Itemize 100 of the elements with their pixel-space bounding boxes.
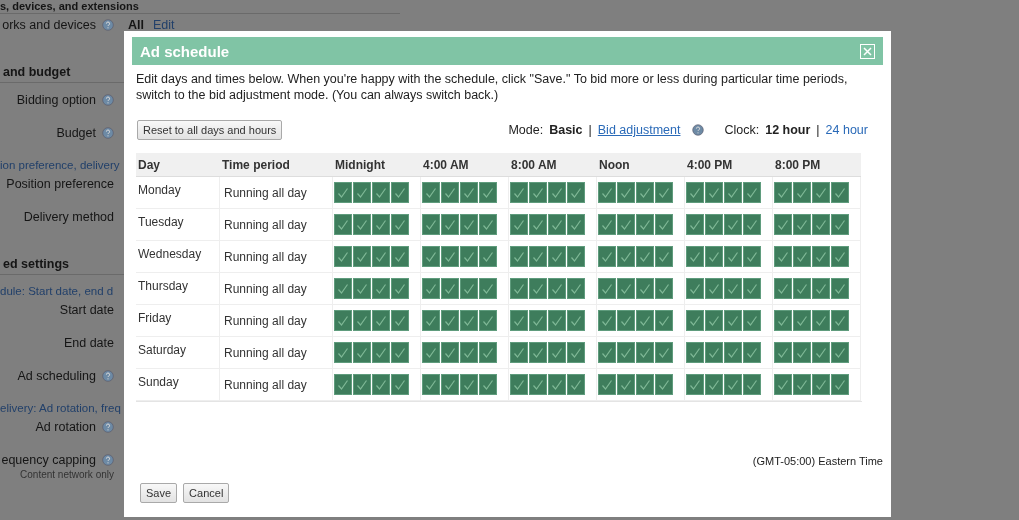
help-icon[interactable] <box>102 421 114 433</box>
hour-checkbox[interactable] <box>705 246 723 267</box>
hour-checkbox[interactable] <box>793 278 811 299</box>
hour-checkbox[interactable] <box>548 342 566 363</box>
hour-checkbox[interactable] <box>460 214 478 235</box>
hour-checkbox[interactable] <box>422 310 440 331</box>
hour-checkbox[interactable] <box>774 342 792 363</box>
hour-checkbox[interactable] <box>705 310 723 331</box>
hour-checkbox[interactable] <box>529 182 547 203</box>
hour-checkbox[interactable] <box>793 246 811 267</box>
hour-checkbox[interactable] <box>812 342 830 363</box>
hour-checkbox[interactable] <box>812 278 830 299</box>
hour-checkbox[interactable] <box>774 246 792 267</box>
hour-checkbox[interactable] <box>422 278 440 299</box>
hour-checkbox[interactable] <box>391 374 409 395</box>
hour-checkbox[interactable] <box>479 214 497 235</box>
hour-checkbox[interactable] <box>334 182 352 203</box>
hour-checkbox[interactable] <box>391 278 409 299</box>
hour-checkbox[interactable] <box>460 278 478 299</box>
hour-checkbox[interactable] <box>353 246 371 267</box>
hour-checkbox[interactable] <box>548 310 566 331</box>
hour-checkbox[interactable] <box>617 310 635 331</box>
hour-checkbox[interactable] <box>460 374 478 395</box>
hour-checkbox[interactable] <box>743 342 761 363</box>
hour-checkbox[interactable] <box>598 246 616 267</box>
hour-checkbox[interactable] <box>636 278 654 299</box>
hour-checkbox[interactable] <box>460 310 478 331</box>
hour-checkbox[interactable] <box>334 310 352 331</box>
hour-checkbox[interactable] <box>686 214 704 235</box>
hour-checkbox[interactable] <box>831 214 849 235</box>
hour-checkbox[interactable] <box>793 214 811 235</box>
hour-checkbox[interactable] <box>479 342 497 363</box>
hour-checkbox[interactable] <box>441 374 459 395</box>
hour-checkbox[interactable] <box>617 278 635 299</box>
hour-checkbox[interactable] <box>529 214 547 235</box>
hour-checkbox[interactable] <box>743 374 761 395</box>
hour-checkbox[interactable] <box>422 246 440 267</box>
hour-checkbox[interactable] <box>743 182 761 203</box>
hour-checkbox[interactable] <box>812 374 830 395</box>
reset-button[interactable]: Reset to all days and hours <box>137 120 283 140</box>
hour-checkbox[interactable] <box>510 214 528 235</box>
hour-checkbox[interactable] <box>831 182 849 203</box>
hour-checkbox[interactable] <box>831 278 849 299</box>
hour-checkbox[interactable] <box>636 246 654 267</box>
hour-checkbox[interactable] <box>548 214 566 235</box>
hour-checkbox[interactable] <box>529 342 547 363</box>
hour-checkbox[interactable] <box>598 342 616 363</box>
hour-checkbox[interactable] <box>334 374 352 395</box>
hour-checkbox[interactable] <box>705 214 723 235</box>
hour-checkbox[interactable] <box>793 182 811 203</box>
hour-checkbox[interactable] <box>510 182 528 203</box>
hour-checkbox[interactable] <box>422 342 440 363</box>
hour-checkbox[interactable] <box>510 342 528 363</box>
dialog-button[interactable]: Save <box>140 483 178 503</box>
hour-checkbox[interactable] <box>705 278 723 299</box>
hour-checkbox[interactable] <box>655 214 673 235</box>
hour-checkbox[interactable] <box>686 310 704 331</box>
hour-checkbox[interactable] <box>743 310 761 331</box>
hour-checkbox[interactable] <box>353 278 371 299</box>
hour-checkbox[interactable] <box>567 342 585 363</box>
hour-checkbox[interactable] <box>636 342 654 363</box>
hour-checkbox[interactable] <box>548 374 566 395</box>
hour-checkbox[interactable] <box>724 214 742 235</box>
hour-checkbox[interactable] <box>774 374 792 395</box>
hour-checkbox[interactable] <box>655 278 673 299</box>
hour-checkbox[interactable] <box>598 214 616 235</box>
hour-checkbox[interactable] <box>793 374 811 395</box>
hour-checkbox[interactable] <box>774 310 792 331</box>
hour-checkbox[interactable] <box>655 246 673 267</box>
hour-checkbox[interactable] <box>372 374 390 395</box>
hour-checkbox[interactable] <box>372 246 390 267</box>
hour-checkbox[interactable] <box>334 278 352 299</box>
mode-option[interactable]: Basic <box>549 123 583 137</box>
hour-checkbox[interactable] <box>686 278 704 299</box>
hour-checkbox[interactable] <box>529 278 547 299</box>
hour-checkbox[interactable] <box>548 182 566 203</box>
hour-checkbox[interactable] <box>441 214 459 235</box>
hour-checkbox[interactable] <box>743 278 761 299</box>
hour-checkbox[interactable] <box>812 310 830 331</box>
hour-checkbox[interactable] <box>831 342 849 363</box>
hour-checkbox[interactable] <box>372 278 390 299</box>
hour-checkbox[interactable] <box>793 310 811 331</box>
hour-checkbox[interactable] <box>617 214 635 235</box>
help-icon[interactable] <box>102 370 114 382</box>
hour-checkbox[interactable] <box>655 374 673 395</box>
hour-checkbox[interactable] <box>724 246 742 267</box>
help-icon[interactable] <box>102 94 114 106</box>
hour-checkbox[interactable] <box>636 182 654 203</box>
help-icon[interactable] <box>692 124 705 136</box>
hour-checkbox[interactable] <box>548 246 566 267</box>
hour-checkbox[interactable] <box>686 246 704 267</box>
hour-checkbox[interactable] <box>391 342 409 363</box>
hour-checkbox[interactable] <box>743 246 761 267</box>
hour-checkbox[interactable] <box>353 310 371 331</box>
hour-checkbox[interactable] <box>567 310 585 331</box>
mode-option[interactable]: Bid adjustment <box>597 123 681 137</box>
close-button[interactable] <box>860 43 875 59</box>
hour-checkbox[interactable] <box>705 374 723 395</box>
hour-checkbox[interactable] <box>617 246 635 267</box>
hour-checkbox[interactable] <box>724 310 742 331</box>
